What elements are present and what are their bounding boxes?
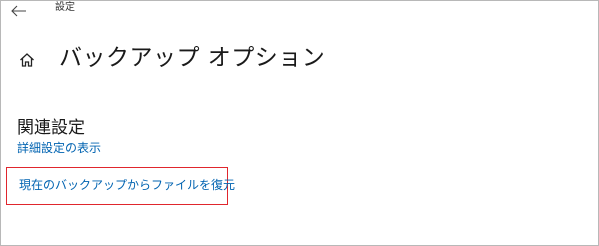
window-frame: 設定 バックアップ オプション 関連設定 詳細設定の表示 現在のバックアップから… (0, 0, 599, 246)
home-icon[interactable] (19, 52, 35, 68)
restore-files-link[interactable]: 現在のバックアップからファイルを復元 (19, 178, 235, 192)
related-settings-heading: 関連設定 (17, 118, 85, 138)
window-title: 設定 (55, 2, 75, 13)
title-bar: 設定 (1, 1, 598, 19)
page-title: バックアップ オプション (59, 45, 326, 71)
advanced-settings-link[interactable]: 詳細設定の表示 (17, 141, 101, 155)
arrow-left-icon[interactable] (11, 2, 27, 17)
